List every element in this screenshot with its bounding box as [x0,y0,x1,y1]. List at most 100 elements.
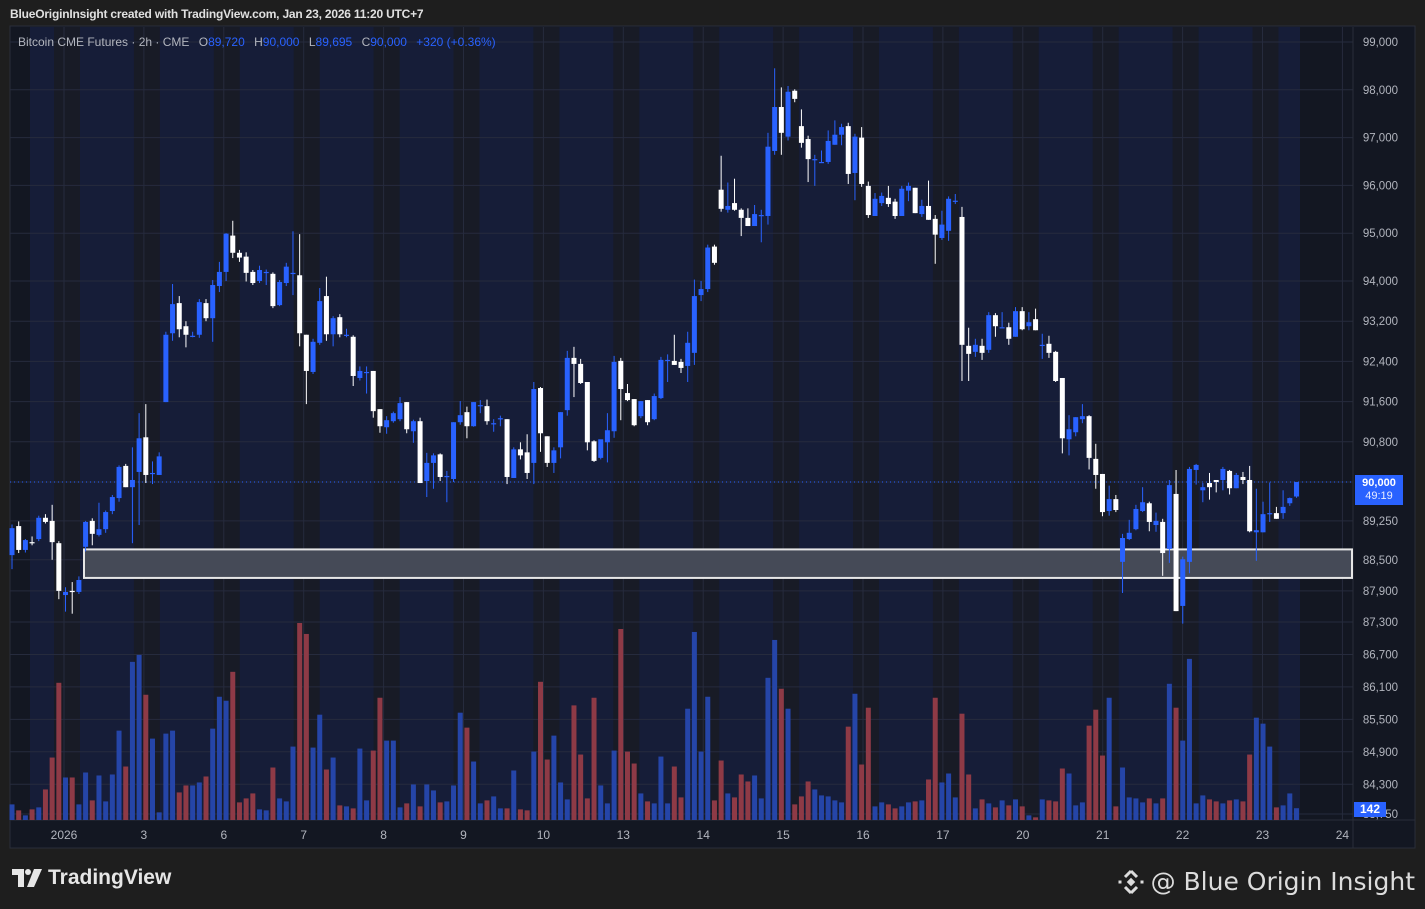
volume-bar [992,807,998,820]
volume-bar [798,796,804,820]
candle-body [109,497,115,512]
volume-bar [1093,709,1099,820]
tradingview-brand: TradingView [48,866,172,889]
candle-body [1260,514,1266,533]
volume-bar [477,803,483,820]
volume-bar [504,808,510,820]
candle-body [885,197,891,205]
volume-bar [1106,697,1112,820]
candle-body [1066,429,1072,440]
volume-bar [1133,798,1139,820]
candle-body [604,430,610,443]
volume-bar [959,713,965,820]
candle-body [631,399,637,426]
volume-bar [1026,815,1032,820]
candle-body [390,413,396,422]
candle-body [571,357,577,364]
candle-body [136,438,142,472]
volume-bar [678,797,684,820]
candle-body [283,266,289,284]
candle-body [738,209,744,218]
session-gap [1252,27,1279,820]
volume-bar [578,754,584,820]
candle-body [872,198,878,216]
volume-bar [457,712,463,820]
candle-body [270,273,276,307]
candle-body [732,203,738,210]
candle-body [611,361,617,432]
candle-body [691,296,697,353]
volume-bar [1146,798,1152,820]
candle-body [404,402,410,430]
time-tick-label: 2026 [51,828,78,842]
candle-body [1039,344,1045,347]
candle-body [946,198,952,231]
volume-bar [952,797,958,820]
candle-body [384,420,390,428]
volume-bar [618,628,624,820]
symbol-name[interactable]: Bitcoin CME Futures · 2h · CME [18,35,189,49]
volume-bar [377,697,383,820]
candle-body [865,185,871,216]
candle-body [1033,319,1039,331]
volume-bar [109,774,115,820]
volume-bar [805,781,811,820]
candle-body [1193,464,1199,470]
volume-bar [163,733,169,820]
candle-body [1126,532,1132,540]
volume-bar [1033,817,1039,820]
candle-body [89,520,95,534]
volume-bar [645,801,651,820]
watermark: @ Blue Origin Insight [1117,867,1415,896]
candle-body [805,139,811,160]
volume-bar [685,708,691,820]
candle-body [598,439,604,458]
candle-body [792,90,798,99]
volume-bar [772,639,778,820]
volume-bar [22,815,28,820]
time-tick-label: 3 [141,828,148,842]
candle-body [1026,322,1032,327]
volume-bar [1280,805,1286,820]
candle-body [430,455,436,463]
volume-bar [671,766,677,820]
volume-bar [1120,767,1126,820]
volume-bar [230,671,236,820]
volume-bar [1126,797,1132,820]
support-zone-box[interactable] [83,548,1353,579]
tradingview-logo[interactable]: TradingView [12,866,171,890]
tradingview-icon [12,869,42,887]
candle-body [772,107,778,151]
time-tick-label: 23 [1256,828,1270,842]
volume-bar [524,810,530,820]
volume-bar [290,746,296,820]
volume-bar [183,785,189,820]
volume-bar [584,798,590,820]
volume-bar [129,661,135,820]
session-gap [1172,27,1199,820]
volume-bar [1287,793,1293,820]
candle-body [223,233,229,272]
volume-bar [1086,725,1092,820]
volume-bar [83,772,89,820]
support-zone[interactable] [83,548,1353,579]
volume-bar [364,800,370,820]
volume-bar [297,623,303,820]
volume-bar [257,809,263,820]
candle-body [203,303,209,319]
volume-bar [1207,799,1213,820]
candle-body [1059,377,1065,439]
candle-body [183,326,189,335]
candle-body [277,282,283,306]
price-tick-label: 88,500 [1363,555,1398,567]
candle-body [1160,521,1166,554]
volume-bar [451,785,457,820]
volume-bar [785,708,791,820]
candle-body [899,188,905,216]
price-chart[interactable]: 99,000 98,000 97,000 96,000 95,000 94,000 93,2… [0,0,1425,909]
volume-bar [926,779,932,820]
candle-body [979,345,985,353]
time-tick-label: 22 [1176,828,1190,842]
volume-bar [1220,803,1226,820]
candle-body [584,382,590,443]
